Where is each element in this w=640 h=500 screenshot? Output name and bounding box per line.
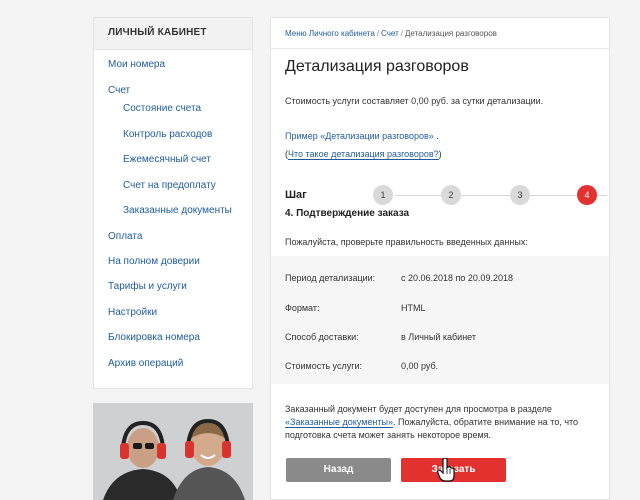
sidebar-menu: ЛИЧНЫЙ КАБИНЕТ Мои номера Счет Состояние…: [93, 17, 253, 389]
back-button[interactable]: Назад: [286, 458, 391, 482]
sidebar-item-monthly-bill[interactable]: Ежемесячный счет: [123, 154, 211, 165]
example-suffix: .: [433, 131, 439, 141]
step-2-indicator: 2: [441, 185, 461, 205]
sidebar-item-full-trust[interactable]: На полном доверии: [108, 256, 200, 267]
what-is-line: (Что такое детализация разговоров?): [285, 149, 442, 160]
summary-label-format: Формат:: [285, 303, 320, 313]
doc-note-before: Заказанный документ будет доступен для п…: [285, 404, 552, 414]
stepper-line: [395, 195, 607, 196]
sidebar-item-settings[interactable]: Настройки: [108, 307, 157, 318]
what-is-link[interactable]: Что такое детализация разговоров?: [288, 149, 439, 160]
sidebar-item-ordered-docs[interactable]: Заказанные документы: [123, 205, 232, 216]
summary-value-cost: 0,00 руб.: [401, 361, 439, 371]
document-availability-note: Заказанный документ будет доступен для п…: [285, 403, 603, 442]
header-divider: [271, 48, 609, 49]
sidebar-item-prepay-bill[interactable]: Счет на предоплату: [123, 180, 216, 191]
promo-illustration: [93, 403, 253, 500]
current-step-title: 4. Подтверждение заказа: [285, 208, 410, 219]
summary-value-format: HTML: [401, 303, 426, 313]
cost-note: Стоимость услуги составляет 0,00 руб. за…: [285, 96, 544, 106]
promo-banner-image[interactable]: [93, 403, 253, 500]
step-4-indicator: 4: [577, 185, 597, 205]
step-label: Шаг: [285, 189, 307, 201]
breadcrumb-link-account[interactable]: Счет: [381, 29, 399, 38]
sidebar-header: ЛИЧНЫЙ КАБИНЕТ: [94, 18, 252, 50]
breadcrumb-link-cabinet-menu[interactable]: Меню Личного кабинета: [285, 29, 375, 38]
page-title: Детализация разговоров: [285, 58, 469, 75]
breadcrumb-separator: /: [400, 29, 403, 38]
sidebar-item-expense-control[interactable]: Контроль расходов: [123, 129, 212, 140]
main-panel: Меню Личного кабинета / Счет / Детализация р…: [270, 17, 610, 500]
summary-value-period: с 20.06.2018 по 20.09.2018: [401, 273, 513, 283]
sidebar-item-account-status[interactable]: Состояние счета: [123, 103, 201, 114]
example-link[interactable]: Пример «Детализации разговоров»: [285, 131, 434, 141]
summary-label-delivery: Способ доставки:: [285, 332, 359, 342]
summary-label-cost: Стоимость услуги:: [285, 361, 363, 371]
paren-close: ): [438, 149, 442, 159]
sidebar-item-my-numbers[interactable]: Мои номера: [108, 59, 165, 70]
step-3-indicator: 3: [510, 185, 530, 205]
order-summary-table: Период детализации: с 20.06.2018 по 20.0…: [271, 256, 609, 384]
step-1-indicator: 1: [373, 185, 393, 205]
breadcrumb-separator: /: [376, 29, 380, 38]
ordered-documents-link[interactable]: «Заказанные документы»: [285, 417, 393, 428]
sidebar-item-tariffs[interactable]: Тарифы и услуги: [108, 281, 187, 292]
summary-label-period: Период детализации:: [285, 273, 376, 283]
sidebar-item-payment[interactable]: Оплата: [108, 231, 142, 242]
hand-pointer-icon: [437, 458, 455, 482]
example-line: Пример «Детализации разговоров» .: [285, 131, 439, 141]
summary-value-delivery: в Личный кабинет: [401, 332, 476, 342]
sidebar-item-account[interactable]: Счет: [108, 85, 130, 96]
verify-note: Пожалуйста, проверьте правильность введе…: [285, 237, 528, 247]
breadcrumb-current: Детализация разговоров: [404, 29, 497, 38]
sidebar-item-operations-archive[interactable]: Архив операций: [108, 358, 183, 369]
sidebar-item-block-number[interactable]: Блокировка номера: [108, 332, 200, 343]
breadcrumb: Меню Личного кабинета / Счет / Детализация р…: [285, 29, 497, 38]
